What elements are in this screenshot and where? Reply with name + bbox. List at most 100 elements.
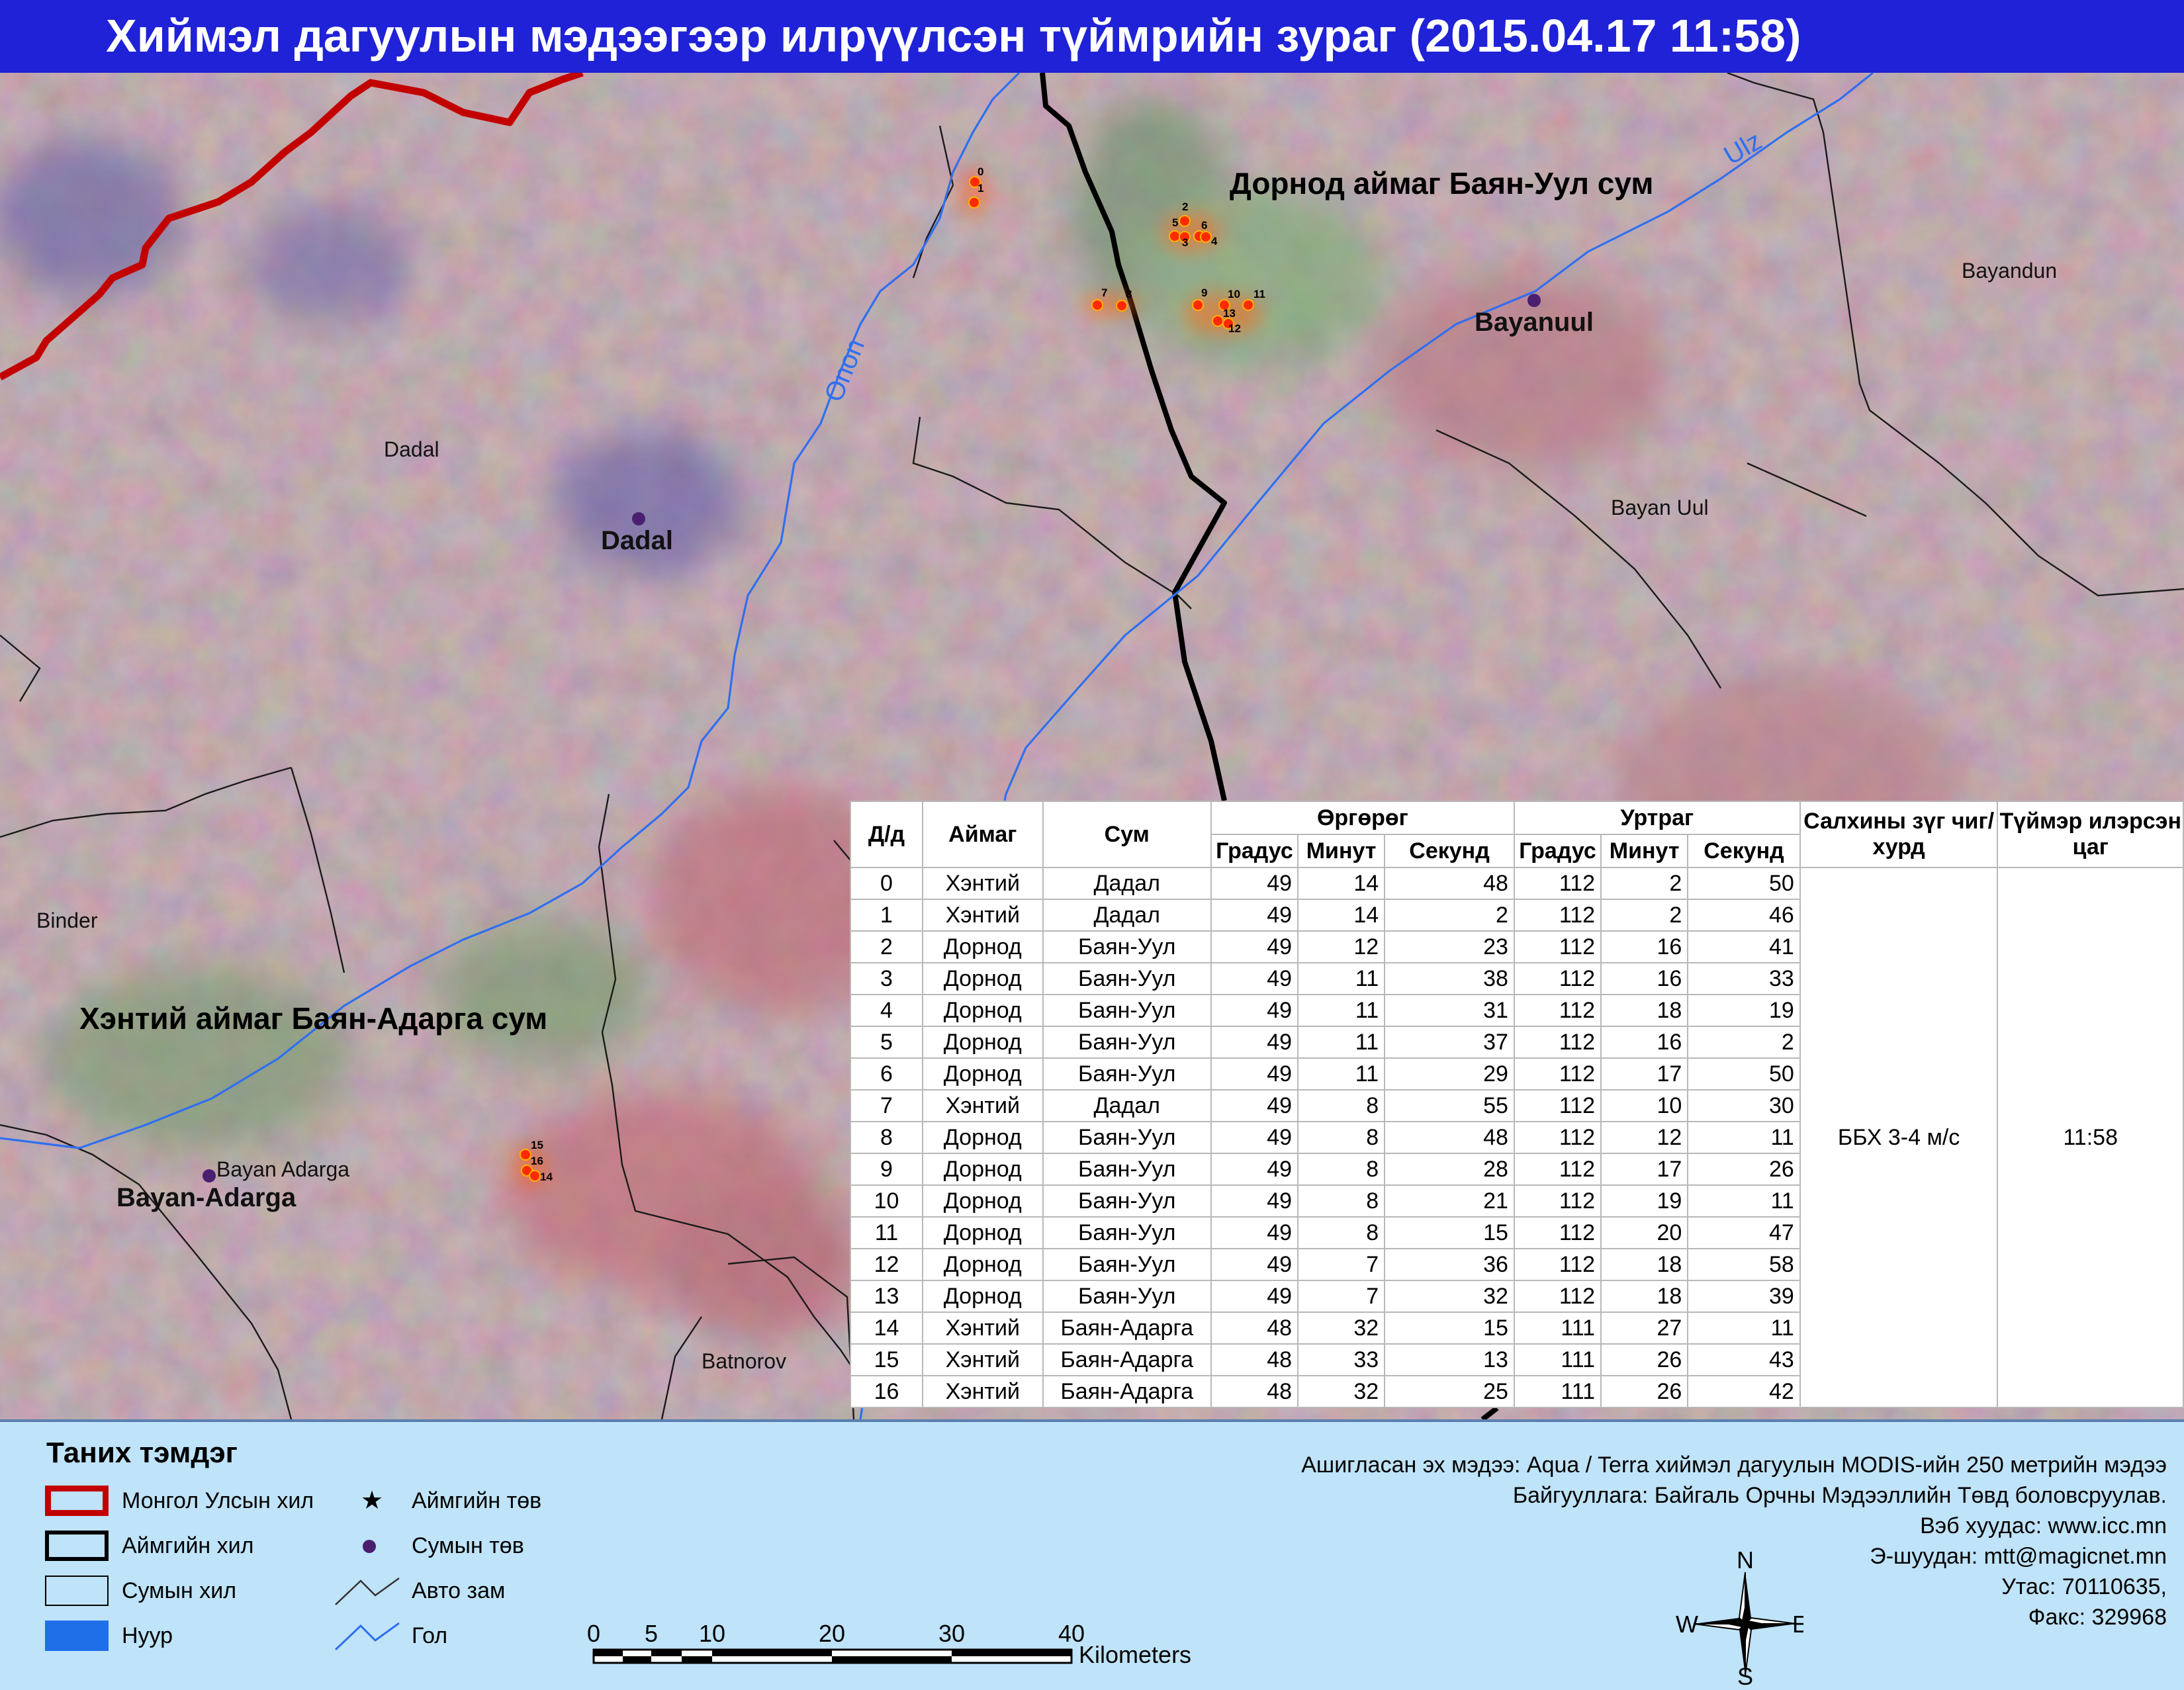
cell-soum: Баян-Уул bbox=[1042, 962, 1212, 995]
cell-lon-d: 112 bbox=[1513, 1216, 1602, 1249]
fire-label-9: 9 bbox=[1201, 287, 1207, 299]
place-label-dadal-center: Dadal bbox=[601, 526, 673, 555]
fire-point-7[interactable] bbox=[1091, 299, 1103, 311]
cell-aimag: Хэнтий bbox=[921, 899, 1044, 932]
cell-soum: Дадал bbox=[1042, 867, 1212, 900]
cell-no: 13 bbox=[850, 1280, 923, 1313]
cell-lat-s: 13 bbox=[1384, 1343, 1515, 1376]
cell-lat-d: 49 bbox=[1210, 899, 1299, 932]
cell-lon-s: 19 bbox=[1687, 994, 1801, 1027]
cell-lat-m: 8 bbox=[1297, 1184, 1386, 1218]
cell-lat-d: 49 bbox=[1210, 867, 1299, 900]
cell-lat-m: 12 bbox=[1297, 930, 1386, 963]
legend-lake-label: Нуур bbox=[122, 1623, 173, 1648]
place-label-binder: Binder bbox=[36, 909, 98, 932]
cell-lat-d: 49 bbox=[1210, 962, 1299, 995]
cell-lon-s: 50 bbox=[1687, 1057, 1801, 1090]
cell-aimag: Хэнтий bbox=[921, 1089, 1044, 1122]
cell-lon-d: 112 bbox=[1513, 1057, 1602, 1090]
cell-lon-m: 18 bbox=[1600, 1248, 1689, 1281]
credit-phone: Утас: 70110635, bbox=[2001, 1574, 2167, 1599]
fire-point-2[interactable] bbox=[1179, 215, 1191, 227]
th-lat-minute: Минут bbox=[1297, 834, 1386, 868]
road-icon bbox=[335, 1577, 400, 1605]
fire-point-4[interactable] bbox=[1200, 231, 1212, 243]
cell-lat-m: 8 bbox=[1297, 1153, 1386, 1186]
cell-lat-d: 49 bbox=[1210, 1216, 1299, 1249]
cell-lon-m: 2 bbox=[1600, 899, 1689, 932]
soum-center-bayan-adarga[interactable] bbox=[203, 1169, 216, 1182]
cell-lon-s: 11 bbox=[1687, 1184, 1801, 1218]
fire-point-1[interactable] bbox=[968, 197, 980, 208]
legend-road-label: Авто зам bbox=[412, 1578, 506, 1603]
th-time: Түймэр илэрсэн цаг bbox=[1997, 801, 2184, 868]
cell-lat-d: 48 bbox=[1210, 1375, 1299, 1408]
cell-lon-d: 112 bbox=[1513, 1089, 1602, 1122]
soum-center-icon bbox=[363, 1540, 376, 1553]
cell-no: 1 bbox=[850, 899, 923, 932]
cell-lon-m: 16 bbox=[1600, 1026, 1689, 1059]
cell-lon-d: 112 bbox=[1513, 1153, 1602, 1186]
cell-soum: Баян-Уул bbox=[1042, 1121, 1212, 1154]
cell-lat-s: 21 bbox=[1384, 1184, 1515, 1218]
fire-point-11[interactable] bbox=[1242, 299, 1254, 311]
th-latitude: Өргөрөг bbox=[1210, 801, 1515, 835]
cell-lat-d: 49 bbox=[1210, 1026, 1299, 1059]
fire-label-12: 12 bbox=[1228, 322, 1241, 335]
place-label-bayan-uul-area: Bayan Uul bbox=[1611, 496, 1709, 519]
legend-aimag-border-symbol bbox=[45, 1531, 109, 1561]
cell-lon-d: 112 bbox=[1513, 962, 1602, 995]
title-bar: Хиймэл дагуулын мэдээгээр илрүүлсэн түйм… bbox=[0, 0, 2184, 73]
fire-label-7: 7 bbox=[1101, 287, 1107, 299]
cell-lon-d: 112 bbox=[1513, 930, 1602, 963]
cell-lon-m: 20 bbox=[1600, 1216, 1689, 1249]
th-lon-degree: Градус bbox=[1513, 834, 1602, 868]
fire-point-13[interactable] bbox=[1212, 315, 1224, 327]
cell-soum: Баян-Уул bbox=[1042, 1280, 1212, 1313]
cell-soum: Баян-Адарга bbox=[1042, 1312, 1212, 1345]
cell-aimag: Хэнтий bbox=[921, 867, 1044, 900]
legend-aimag-border-label: Аймгийн хил bbox=[122, 1533, 254, 1558]
fire-point-14[interactable] bbox=[529, 1170, 541, 1182]
fire-point-15[interactable] bbox=[520, 1149, 531, 1161]
cell-lon-d: 112 bbox=[1513, 1026, 1602, 1059]
th-lat-degree: Градус bbox=[1210, 834, 1299, 868]
place-label-bayan-adarga-area: Bayan Adarga bbox=[216, 1157, 349, 1181]
cell-wind: ББХ 3-4 м/с bbox=[1799, 867, 1999, 1408]
cell-lat-d: 49 bbox=[1210, 1248, 1299, 1281]
fire-point-9[interactable] bbox=[1192, 299, 1204, 311]
cell-lon-m: 16 bbox=[1600, 930, 1689, 963]
cell-lon-s: 39 bbox=[1687, 1280, 1801, 1313]
cell-lat-m: 7 bbox=[1297, 1280, 1386, 1313]
fire-label-6: 6 bbox=[1201, 219, 1207, 232]
fire-label-10: 10 bbox=[1228, 288, 1240, 300]
region-label-dornod: Дорнод аймаг Баян-Уул сум bbox=[1230, 166, 1653, 200]
credits: Ашигласан эх мэдээ: Aqua / Terra хиймэл … bbox=[1301, 1450, 2167, 1632]
cell-no: 16 bbox=[850, 1375, 923, 1408]
cell-aimag: Хэнтий bbox=[921, 1375, 1044, 1408]
cell-soum: Баян-Уул bbox=[1042, 1248, 1212, 1281]
fire-point-3[interactable] bbox=[1169, 230, 1181, 242]
scale-tick-10: 10 bbox=[699, 1620, 725, 1647]
soum-center-dadal[interactable] bbox=[632, 512, 645, 525]
cell-lon-d: 111 bbox=[1513, 1312, 1602, 1345]
cell-aimag: Дорнод bbox=[921, 1280, 1044, 1313]
soum-center-bayanuul[interactable] bbox=[1527, 294, 1541, 307]
cell-lon-m: 19 bbox=[1600, 1184, 1689, 1218]
cell-lon-m: 18 bbox=[1600, 1280, 1689, 1313]
scale-tick-5: 5 bbox=[645, 1620, 658, 1647]
fire-label-4: 4 bbox=[1211, 235, 1218, 247]
cell-lat-s: 36 bbox=[1384, 1248, 1515, 1281]
scale-tick-0: 0 bbox=[587, 1620, 600, 1647]
fire-label-15: 15 bbox=[531, 1139, 543, 1151]
cell-lon-d: 112 bbox=[1513, 1184, 1602, 1218]
cell-soum: Баян-Уул bbox=[1042, 1057, 1212, 1090]
cell-lat-s: 31 bbox=[1384, 994, 1515, 1027]
cell-lon-d: 112 bbox=[1513, 867, 1602, 900]
cell-lon-s: 46 bbox=[1687, 899, 1801, 932]
fire-point-8[interactable] bbox=[1116, 300, 1128, 312]
cell-lon-s: 42 bbox=[1687, 1375, 1801, 1408]
cell-lat-d: 48 bbox=[1210, 1343, 1299, 1376]
cell-lon-s: 33 bbox=[1687, 962, 1801, 995]
cell-lat-m: 8 bbox=[1297, 1216, 1386, 1249]
